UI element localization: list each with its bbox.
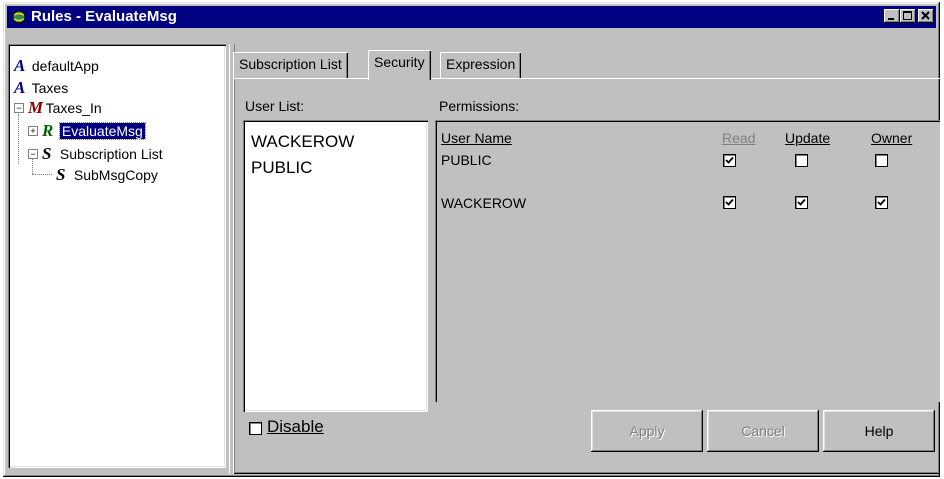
user-list[interactable]: WACKEROW PUBLIC [243,120,428,412]
row-user-name: PUBLIC [441,152,492,168]
checkmark-icon [725,156,734,164]
permissions-grid[interactable]: User Name Read Update Owner PUBLIC WACKE… [435,120,940,402]
minimize-icon [888,18,894,20]
list-item[interactable]: PUBLIC [251,158,312,178]
disable-label: Disable [267,417,324,437]
tree-item-label: defaultApp [31,58,99,74]
tree-item-defaultapp[interactable]: A defaultApp [14,56,99,76]
column-header-read: Read [722,130,756,146]
expand-toggle[interactable]: + [28,126,38,136]
disable-checkbox[interactable] [249,422,262,435]
checkmark-icon [725,198,734,206]
title-bar[interactable]: Rules - EvaluateMsg [7,6,936,28]
read-checkbox[interactable] [723,154,736,167]
tree-item-submsgcopy[interactable]: S SubMsgCopy [56,165,158,185]
help-button[interactable]: Help [823,410,935,452]
collapse-toggle[interactable]: − [28,149,38,159]
maximize-button[interactable] [900,9,916,23]
checkmark-icon [877,198,886,206]
tree-item-taxes-in[interactable]: M Taxes_In [28,98,102,118]
tree-item-subscription-list[interactable]: S Subscription List [42,144,163,164]
tree-item-label: Taxes [31,80,69,96]
minimize-button[interactable] [884,9,900,23]
maximize-icon [903,11,912,20]
tree-item-label: SubMsgCopy [73,167,158,183]
app-a-icon: A [14,78,26,97]
read-checkbox[interactable] [723,196,736,209]
row-user-name: WACKEROW [441,195,527,211]
tree-item-taxes[interactable]: A Taxes [14,78,68,98]
collapse-toggle[interactable]: − [14,103,24,113]
tab-subscription-list[interactable]: Subscription List [233,52,348,78]
app-a-icon: A [14,56,26,75]
tree-item-evaluatemsg[interactable]: R EvaluateMsg [42,121,146,141]
checkmark-icon [797,198,806,206]
permissions-label: Permissions: [439,98,520,114]
rules-tree[interactable]: A defaultApp A Taxes − M Taxes_In + R Ev… [8,44,226,468]
tab-security[interactable]: Security [368,50,431,80]
update-checkbox[interactable] [795,154,808,167]
rule-r-icon: R [42,121,54,140]
subscription-s-icon: S [56,165,66,184]
owner-checkbox[interactable] [875,154,888,167]
window-title: Rules - EvaluateMsg [31,8,177,25]
column-header-user-name[interactable]: User Name [441,130,512,146]
tree-item-label: Subscription List [59,146,163,162]
column-header-update[interactable]: Update [785,130,830,146]
tab-expression[interactable]: Expression [440,52,522,78]
tree-item-label: Taxes_In [45,100,102,116]
user-list-label: User List: [245,98,305,114]
update-checkbox[interactable] [795,196,808,209]
cancel-button[interactable]: Cancel [707,410,819,452]
disable-label-text: Disable [267,417,324,436]
security-panel: User List: Permissions: WACKEROW PUBLIC … [233,78,940,474]
tab-control: Subscription List Security Expression Us… [233,42,940,474]
tree-item-label: EvaluateMsg [58,122,146,140]
close-icon [921,11,930,20]
list-item[interactable]: WACKEROW [251,132,354,152]
column-header-owner[interactable]: Owner [871,130,912,146]
globe-app-icon [12,10,26,24]
message-m-icon: M [28,98,44,117]
apply-button[interactable]: Apply [591,410,703,452]
subscription-s-icon: S [42,144,52,163]
close-button[interactable] [918,9,934,23]
owner-checkbox[interactable] [875,196,888,209]
